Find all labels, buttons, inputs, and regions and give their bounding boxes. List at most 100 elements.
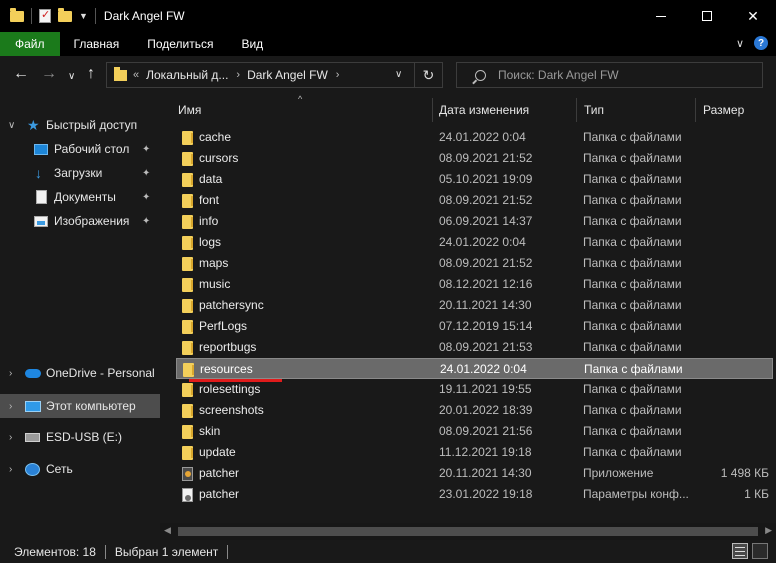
pin-icon[interactable]: ✦ xyxy=(142,168,150,179)
column-divider[interactable] xyxy=(576,98,577,122)
pin-icon[interactable]: ✦ xyxy=(142,144,150,155)
file-date-modified: 08.09.2021 21:52 xyxy=(439,151,533,165)
folder-icon xyxy=(182,257,193,271)
file-row[interactable]: rolesettings 19.11.2021 19:55 Папка с файл… xyxy=(176,379,773,400)
expand-chevron-icon[interactable]: › xyxy=(9,432,12,443)
file-row[interactable]: skin 08.09.2021 21:56 Папка с файлами xyxy=(176,421,773,442)
file-row[interactable]: patcher 23.01.2022 19:18 Параметры конф...… xyxy=(176,484,773,505)
file-row[interactable]: info 06.09.2021 14:37 Папка с файлами xyxy=(176,211,773,232)
sidebar-item-pictures[interactable]: Изображения ✦ xyxy=(0,209,160,233)
expand-ribbon-icon[interactable]: ∨ xyxy=(736,37,744,50)
file-date-modified: 08.09.2021 21:53 xyxy=(439,340,533,354)
sidebar-item-quick-access[interactable]: ∨ ★ Быстрый доступ xyxy=(0,113,160,137)
column-header-name[interactable]: Имя xyxy=(178,98,201,122)
file-row[interactable]: logs 24.01.2022 0:04 Папка с файлами xyxy=(176,232,773,253)
breadcrumb-separator[interactable]: › xyxy=(236,69,240,81)
file-row[interactable]: resources 24.01.2022 0:04 Папка с файлами xyxy=(176,358,773,379)
expand-chevron-icon[interactable]: › xyxy=(9,401,12,412)
search-input[interactable]: Поиск: Dark Angel FW xyxy=(498,68,619,82)
file-name: logs xyxy=(199,235,222,249)
address-dropdown-icon[interactable]: ∨ xyxy=(395,69,402,80)
file-row[interactable]: maps 08.09.2021 21:52 Папка с файлами xyxy=(176,253,773,274)
tab-home[interactable]: Главная xyxy=(60,32,134,56)
minimize-button[interactable] xyxy=(638,0,684,32)
search-box[interactable]: Поиск: Dark Angel FW xyxy=(456,62,763,88)
horizontal-scrollbar[interactable]: ◀ ▶ xyxy=(160,523,776,540)
file-row[interactable]: music 08.12.2021 12:16 Папка с файлами xyxy=(176,274,773,295)
file-type: Папка с файлами xyxy=(583,340,682,354)
file-row[interactable]: cursors 08.09.2021 21:52 Папка с файлами xyxy=(176,148,773,169)
pin-icon[interactable]: ✦ xyxy=(142,192,150,203)
file-name: skin xyxy=(199,424,221,438)
refresh-icon[interactable]: ↻ xyxy=(414,63,442,87)
sidebar-item-onedrive[interactable]: › OneDrive - Personal xyxy=(0,361,160,385)
sidebar-item-desktop[interactable]: Рабочий стол ✦ xyxy=(0,137,160,161)
tab-view[interactable]: Вид xyxy=(227,32,277,56)
sidebar-item-network[interactable]: › Сеть xyxy=(0,457,160,481)
forward-button[interactable]: → xyxy=(41,66,57,82)
file-date-modified: 20.01.2022 18:39 xyxy=(439,403,533,417)
tab-file[interactable]: Файл xyxy=(0,32,60,56)
collapse-chevron-icon[interactable]: ∨ xyxy=(8,120,15,131)
file-type: Папка с файлами xyxy=(583,319,682,333)
sidebar-item-usb[interactable]: › ESD-USB (E:) xyxy=(0,425,160,449)
help-icon[interactable]: ? xyxy=(754,36,768,50)
file-row[interactable]: PerfLogs 07.12.2019 15:14 Папка с файлами xyxy=(176,316,773,337)
column-header-type[interactable]: Тип xyxy=(584,98,604,122)
file-type: Параметры конф... xyxy=(583,487,689,501)
file-row[interactable]: cache 24.01.2022 0:04 Папка с файлами xyxy=(176,127,773,148)
column-divider[interactable] xyxy=(695,98,696,122)
breadcrumb-current-folder[interactable]: Dark Angel FW xyxy=(247,68,328,82)
breadcrumb-overflow[interactable]: « xyxy=(133,69,139,81)
breadcrumb-local-disk[interactable]: Локальный д... xyxy=(146,68,228,82)
breadcrumb-separator[interactable]: › xyxy=(336,69,340,81)
scroll-right-icon[interactable]: ▶ xyxy=(765,525,772,536)
file-row[interactable]: patcher 20.11.2021 14:30 Приложение 1 498 К… xyxy=(176,463,773,484)
address-bar[interactable]: « Локальный д... › Dark Angel FW › ∨ ↻ xyxy=(106,62,443,88)
scrollbar-thumb[interactable] xyxy=(178,527,758,536)
file-row[interactable]: reportbugs 08.09.2021 21:53 Папка с файлам… xyxy=(176,337,773,358)
navigation-bar: ← → ∨ ↑ « Локальный д... › Dark Angel FW… xyxy=(0,56,776,94)
large-icons-view-icon[interactable] xyxy=(752,543,768,559)
customize-toolbar-icon[interactable]: ▼ xyxy=(79,11,88,21)
file-row[interactable]: patchersync 20.11.2021 14:30 Папка с файла… xyxy=(176,295,773,316)
file-type: Папка с файлами xyxy=(583,277,682,291)
maximize-button[interactable] xyxy=(684,0,730,32)
pin-icon[interactable]: ✦ xyxy=(142,216,150,227)
sidebar-item-this-pc[interactable]: › Этот компьютер xyxy=(0,394,160,418)
tab-share[interactable]: Поделиться xyxy=(133,32,227,56)
folder-icon xyxy=(182,236,193,250)
scroll-left-icon[interactable]: ◀ xyxy=(164,525,171,536)
recent-locations-button[interactable]: ∨ xyxy=(68,69,75,85)
details-view-icon[interactable] xyxy=(732,543,748,559)
expand-chevron-icon[interactable]: › xyxy=(9,368,12,379)
sidebar-item-documents[interactable]: Документы ✦ xyxy=(0,185,160,209)
properties-icon[interactable] xyxy=(39,8,51,23)
file-date-modified: 24.01.2022 0:04 xyxy=(440,362,527,376)
back-button[interactable]: ← xyxy=(13,66,29,82)
column-header-date[interactable]: Дата изменения xyxy=(439,98,529,122)
sidebar-item-label: Изображения xyxy=(54,214,130,228)
sidebar-item-label: Документы xyxy=(54,190,116,204)
column-header-size[interactable]: Размер xyxy=(703,98,744,122)
folder-icon xyxy=(182,383,193,397)
expand-chevron-icon[interactable]: › xyxy=(9,464,12,475)
up-button[interactable]: ↑ xyxy=(87,66,95,82)
file-row[interactable]: update 11.12.2021 19:18 Папка с файлами xyxy=(176,442,773,463)
sidebar-item-label: Рабочий стол xyxy=(54,142,130,156)
sidebar-item-label: Этот компьютер xyxy=(46,399,136,413)
title-bar: ▼ Dark Angel FW ✕ xyxy=(0,0,776,32)
folder-icon xyxy=(182,404,193,418)
folder-icon xyxy=(182,278,193,292)
column-divider[interactable] xyxy=(432,98,433,122)
sidebar-item-downloads[interactable]: ↓ Загрузки ✦ xyxy=(0,161,160,185)
file-type: Папка с файлами xyxy=(583,172,682,186)
file-row[interactable]: screenshots 20.01.2022 18:39 Папка с файла… xyxy=(176,400,773,421)
file-type: Папка с файлами xyxy=(583,193,682,207)
file-name: info xyxy=(199,214,219,228)
sidebar-item-label: ESD-USB (E:) xyxy=(46,430,123,444)
file-row[interactable]: data 05.10.2021 19:09 Папка с файлами xyxy=(176,169,773,190)
new-folder-icon[interactable] xyxy=(58,7,72,22)
close-button[interactable]: ✕ xyxy=(730,0,776,32)
file-row[interactable]: font 08.09.2021 21:52 Папка с файлами xyxy=(176,190,773,211)
